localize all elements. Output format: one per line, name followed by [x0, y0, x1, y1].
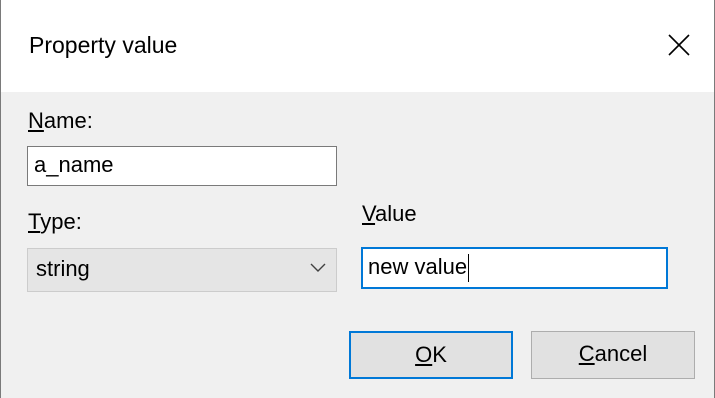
dialog-title: Property value	[29, 32, 178, 58]
chevron-down-icon	[310, 263, 326, 272]
type-dropdown[interactable]: string	[27, 248, 337, 292]
cancel-button-label: ancel	[594, 341, 648, 366]
type-label-accelerator: T	[28, 209, 41, 234]
name-label: Name:	[28, 107, 93, 135]
value-input[interactable]: new value	[361, 247, 668, 289]
name-input-value: a_name	[34, 152, 114, 177]
type-selected-value: string	[36, 256, 90, 281]
ok-button-label: K	[432, 342, 447, 367]
close-button[interactable]	[644, 0, 714, 92]
close-icon	[668, 34, 690, 56]
title-bar: Property value	[1, 0, 714, 92]
value-label-text: alue	[375, 201, 417, 226]
name-label-accelerator: N	[28, 108, 44, 133]
cancel-button[interactable]: Cancel	[531, 331, 695, 379]
cancel-button-accelerator: C	[578, 341, 595, 366]
type-label-text: ype:	[40, 209, 82, 234]
type-label: Type:	[28, 208, 82, 236]
property-value-dialog: Property value Name: a_name Type: string…	[0, 0, 715, 398]
ok-button-accelerator: O	[415, 342, 433, 367]
value-label: Value	[362, 200, 417, 228]
value-input-value: new value	[368, 254, 468, 279]
value-label-accelerator: V	[362, 201, 376, 226]
name-input[interactable]: a_name	[27, 146, 337, 186]
text-caret	[468, 254, 470, 283]
name-label-text: ame:	[43, 108, 93, 133]
ok-button[interactable]: OK	[349, 331, 513, 379]
